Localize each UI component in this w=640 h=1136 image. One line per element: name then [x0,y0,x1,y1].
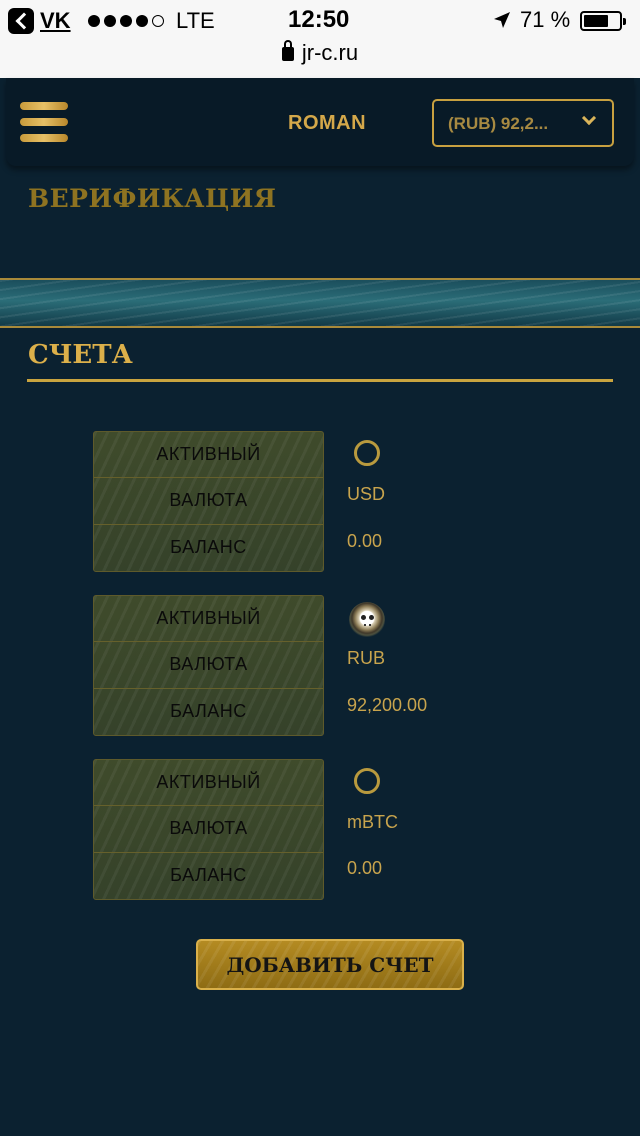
hamburger-menu-icon[interactable] [20,102,68,144]
battery-percent: 71 % [520,7,571,32]
active-radio-icon[interactable] [354,440,380,466]
label-currency: ВАЛЮТА [94,806,323,853]
account-currency: mBTC [347,812,398,832]
username[interactable]: ROMAN [288,112,366,135]
account-balance: 0.00 [347,531,383,551]
label-active: АКТИВНЫЙ [94,760,323,807]
account-balance: 0.00 [347,858,383,878]
account-card-mbtc: АКТИВНЫЙ ВАЛЮТА БАЛАНС [93,759,324,900]
app-header: ROMAN (RUB) 92,2... [6,78,634,166]
status-bar: VK LTE 12:50 71 % jr-c.ru [0,0,640,78]
lock-icon [281,40,294,61]
active-radio-icon[interactable] [354,768,380,794]
network-type: LTE [176,8,215,33]
account-currency: RUB [347,648,386,668]
accounts-heading: СЧЕТА [28,340,133,370]
label-currency: ВАЛЮТА [94,478,323,525]
battery-icon [580,11,626,31]
signal-icon [88,15,164,27]
label-balance: БАЛАНС [170,865,247,886]
label-active: АКТИВНЫЙ [94,596,323,643]
account-currency: USD [347,484,386,504]
sea-banner [0,278,640,328]
account-card-usd: АКТИВНЫЙ ВАЛЮТА БАЛАНС [93,431,324,572]
back-app-link[interactable]: VK [40,8,71,34]
clock: 12:50 [288,6,350,33]
label-currency: ВАЛЮТА [94,642,323,689]
url-text: jr-c.ru [301,40,359,65]
address-bar[interactable]: jr-c.ru [0,40,640,66]
balance-select-value: (RUB) 92,2... [448,114,549,133]
chevron-down-icon [581,110,597,126]
label-active: АКТИВНЫЙ [94,432,323,479]
skull-active-icon[interactable] [349,602,385,638]
heading-divider [27,379,613,382]
back-arrow-icon[interactable] [8,8,34,34]
add-account-button[interactable]: ДОБАВИТЬ СЧЕТ [196,939,464,990]
account-card-rub: АКТИВНЫЙ ВАЛЮТА БАЛАНС [93,595,324,736]
verification-heading: ВЕРИФИКАЦИЯ [28,184,277,213]
location-arrow-icon [494,12,510,28]
label-balance: БАЛАНС [170,701,247,722]
label-balance: БАЛАНС [170,537,247,558]
balance-select[interactable]: (RUB) 92,2... [432,99,614,147]
account-balance: 92,200.00 [347,695,428,715]
